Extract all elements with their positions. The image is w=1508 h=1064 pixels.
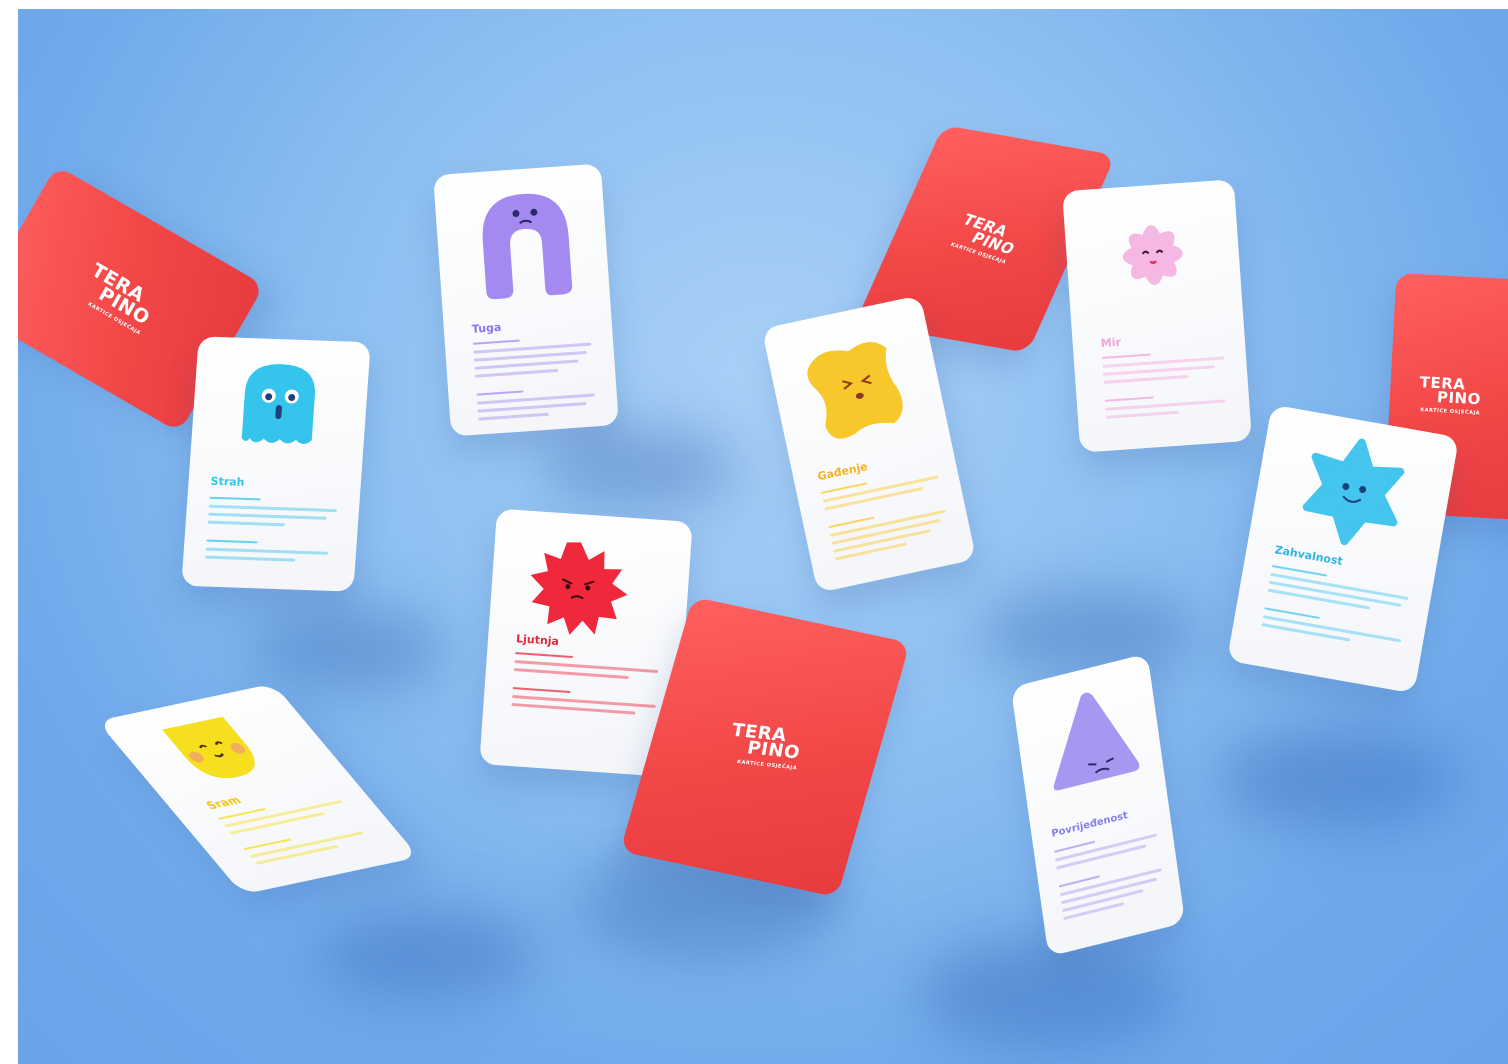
emotion-card-sram: Sram (97, 683, 419, 895)
triangle-icon (1053, 692, 1140, 791)
spiky-sun-icon (530, 542, 628, 635)
emotion-card-tuga: Tuga (433, 163, 619, 437)
emotion-card-povrijedjenost: Povrijeđenost (1010, 653, 1186, 957)
card-shadow (918, 939, 1178, 1049)
terapino-logo: TERA PINO KARTICE OSJEĆAJA (1419, 373, 1482, 417)
emotion-card-strah: Strah (181, 336, 371, 592)
terapino-logo: TERA PINO KARTICE OSJEĆAJA (730, 719, 802, 772)
emotion-card-zahvalnost: Zahvalnost (1226, 404, 1460, 694)
card-shadow (318, 909, 538, 999)
card-shadow (1218, 729, 1458, 829)
card-text-lines (205, 496, 338, 568)
card-shadow (538, 429, 738, 509)
card-title: Gađenje (816, 459, 869, 484)
card-title: Ljutnja (515, 632, 560, 649)
card-title: Tuga (471, 320, 502, 336)
photo-scene: TERA PINO KARTICE OSJEĆAJA Strah Tuga TE… (18, 9, 1508, 1064)
card-shadow (978, 589, 1198, 679)
emotion-card-gadjenje: Gađenje (761, 295, 977, 593)
card-text-lines (1053, 826, 1166, 926)
ghost-icon (241, 364, 315, 444)
blob-icon (807, 342, 903, 439)
card-text-lines (820, 468, 952, 566)
terapino-logo: TERA PINO KARTICE OSJEĆAJA (948, 210, 1019, 266)
card-text-lines (1261, 564, 1411, 655)
card-title: Strah (210, 474, 245, 489)
card-title: Mir (1100, 335, 1122, 350)
terapino-logo: TERA PINO KARTICE OSJEĆAJA (86, 259, 154, 337)
shield-icon (162, 716, 255, 779)
emotion-card-mir: Mir (1062, 179, 1252, 453)
card-shadow (248, 609, 448, 689)
card-text-lines (1101, 348, 1228, 423)
arch-icon (482, 193, 573, 300)
card-text-lines (472, 335, 597, 426)
card-text-lines (511, 652, 659, 721)
flower-icon (1122, 225, 1183, 286)
